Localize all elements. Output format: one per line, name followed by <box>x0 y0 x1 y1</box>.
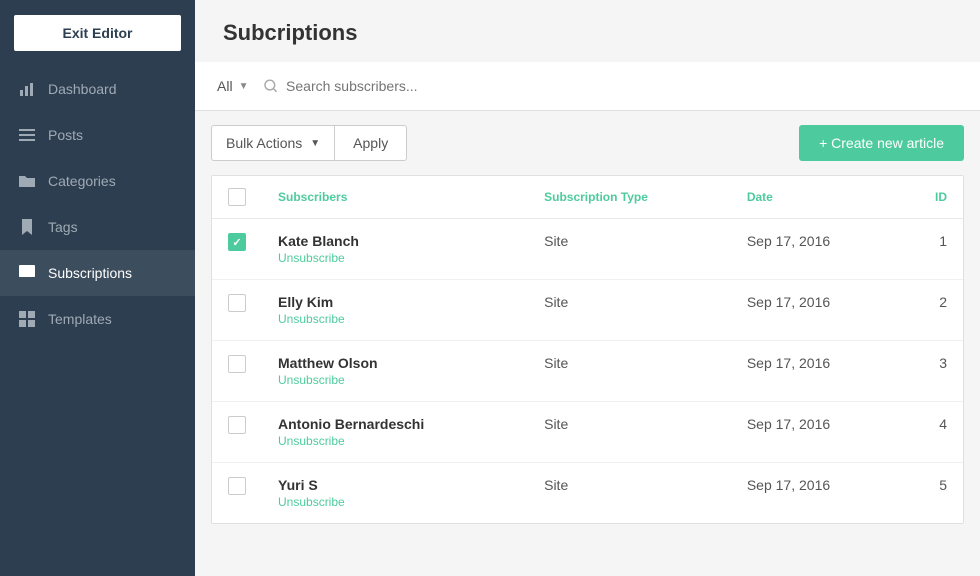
subscribers-table: Subscribers Subscription Type Date ID Ka… <box>212 176 963 523</box>
header-subscription-type: Subscription Type <box>528 176 731 219</box>
create-new-article-button[interactable]: + Create new article <box>799 125 964 161</box>
row-subscription-type-cell: Site <box>528 280 731 341</box>
sidebar-item-tags[interactable]: Tags <box>0 204 195 250</box>
row-subscription-type-cell: Site <box>528 463 731 524</box>
sidebar-item-templates-label: Templates <box>48 311 112 327</box>
sidebar-item-categories-label: Categories <box>48 173 116 189</box>
sidebar-item-posts-label: Posts <box>48 127 83 143</box>
row-checkbox-cell <box>212 402 262 463</box>
select-all-checkbox[interactable] <box>228 188 246 206</box>
row-checkbox[interactable] <box>228 294 246 312</box>
row-checkbox-cell <box>212 219 262 280</box>
row-date-cell: Sep 17, 2016 <box>731 402 903 463</box>
row-id-cell: 1 <box>903 219 963 280</box>
bulk-actions-button[interactable]: Bulk Actions ▼ <box>211 125 334 161</box>
row-subscriber-cell: Antonio Bernardeschi Unsubscribe <box>262 402 528 463</box>
subscriber-name: Kate Blanch <box>278 233 512 249</box>
row-id-cell: 3 <box>903 341 963 402</box>
row-date-cell: Sep 17, 2016 <box>731 463 903 524</box>
search-icon <box>264 79 278 93</box>
image-icon <box>18 264 36 282</box>
table-row: Elly Kim Unsubscribe Site Sep 17, 2016 2 <box>212 280 963 341</box>
main-content: Subcriptions All ▼ Bulk Actions ▼ Apply … <box>195 0 980 576</box>
unsubscribe-link[interactable]: Unsubscribe <box>278 434 345 448</box>
sidebar-item-tags-label: Tags <box>48 219 78 235</box>
bookmark-icon <box>18 218 36 236</box>
row-subscription-type-cell: Site <box>528 219 731 280</box>
sidebar: Exit Editor Dashboard Posts Categories T… <box>0 0 195 576</box>
table-row: Matthew Olson Unsubscribe Site Sep 17, 2… <box>212 341 963 402</box>
chevron-down-icon: ▼ <box>310 138 320 149</box>
row-subscription-type-cell: Site <box>528 341 731 402</box>
row-subscription-type-cell: Site <box>528 402 731 463</box>
unsubscribe-link[interactable]: Unsubscribe <box>278 373 345 387</box>
sidebar-item-posts[interactable]: Posts <box>0 112 195 158</box>
row-subscriber-cell: Kate Blanch Unsubscribe <box>262 219 528 280</box>
sidebar-nav: Dashboard Posts Categories Tags Subscrip… <box>0 66 195 576</box>
filter-all-label: All <box>217 78 233 94</box>
exit-editor-button[interactable]: Exit Editor <box>14 15 181 51</box>
unsubscribe-link[interactable]: Unsubscribe <box>278 312 345 326</box>
row-checkbox[interactable] <box>228 477 246 495</box>
page-header: Subcriptions <box>195 0 980 62</box>
row-id-cell: 2 <box>903 280 963 341</box>
apply-button[interactable]: Apply <box>334 125 407 161</box>
table-row: Yuri S Unsubscribe Site Sep 17, 2016 5 <box>212 463 963 524</box>
table-header: Subscribers Subscription Type Date ID <box>212 176 963 219</box>
subscriber-name: Yuri S <box>278 477 512 493</box>
subscriber-name: Elly Kim <box>278 294 512 310</box>
sidebar-item-subscriptions[interactable]: Subscriptions <box>0 250 195 296</box>
header-subscribers: Subscribers <box>262 176 528 219</box>
bar-chart-icon <box>18 80 36 98</box>
row-subscriber-cell: Matthew Olson Unsubscribe <box>262 341 528 402</box>
unsubscribe-link[interactable]: Unsubscribe <box>278 251 345 265</box>
table-row: Antonio Bernardeschi Unsubscribe Site Se… <box>212 402 963 463</box>
unsubscribe-link[interactable]: Unsubscribe <box>278 495 345 509</box>
sidebar-item-categories[interactable]: Categories <box>0 158 195 204</box>
row-date-cell: Sep 17, 2016 <box>731 280 903 341</box>
search-box <box>264 74 964 98</box>
header-date: Date <box>731 176 903 219</box>
subscribers-table-container: Subscribers Subscription Type Date ID Ka… <box>211 175 964 524</box>
row-checkbox-cell <box>212 341 262 402</box>
row-date-cell: Sep 17, 2016 <box>731 341 903 402</box>
search-input[interactable] <box>286 78 964 94</box>
header-id: ID <box>903 176 963 219</box>
row-checkbox-cell <box>212 280 262 341</box>
chevron-down-icon: ▼ <box>239 81 249 92</box>
row-id-cell: 5 <box>903 463 963 524</box>
row-checkbox[interactable] <box>228 416 246 434</box>
row-subscriber-cell: Elly Kim Unsubscribe <box>262 280 528 341</box>
sidebar-item-dashboard[interactable]: Dashboard <box>0 66 195 112</box>
row-checkbox[interactable] <box>228 355 246 373</box>
row-id-cell: 4 <box>903 402 963 463</box>
sidebar-item-templates[interactable]: Templates <box>0 296 195 342</box>
sidebar-item-subscriptions-label: Subscriptions <box>48 265 132 281</box>
sidebar-item-dashboard-label: Dashboard <box>48 81 117 97</box>
row-subscriber-cell: Yuri S Unsubscribe <box>262 463 528 524</box>
row-date-cell: Sep 17, 2016 <box>731 219 903 280</box>
header-checkbox-col <box>212 176 262 219</box>
filter-bar: All ▼ <box>195 62 980 111</box>
filter-all-select[interactable]: All ▼ <box>211 74 254 98</box>
subscriber-name: Matthew Olson <box>278 355 512 371</box>
row-checkbox-cell <box>212 463 262 524</box>
grid-icon <box>18 310 36 328</box>
table-body: Kate Blanch Unsubscribe Site Sep 17, 201… <box>212 219 963 524</box>
toolbar: Bulk Actions ▼ Apply + Create new articl… <box>195 111 980 175</box>
page-title: Subcriptions <box>223 20 952 46</box>
bulk-actions-label: Bulk Actions <box>226 135 302 151</box>
subscriber-name: Antonio Bernardeschi <box>278 416 512 432</box>
list-icon <box>18 126 36 144</box>
row-checkbox[interactable] <box>228 233 246 251</box>
folder-icon <box>18 172 36 190</box>
table-row: Kate Blanch Unsubscribe Site Sep 17, 201… <box>212 219 963 280</box>
